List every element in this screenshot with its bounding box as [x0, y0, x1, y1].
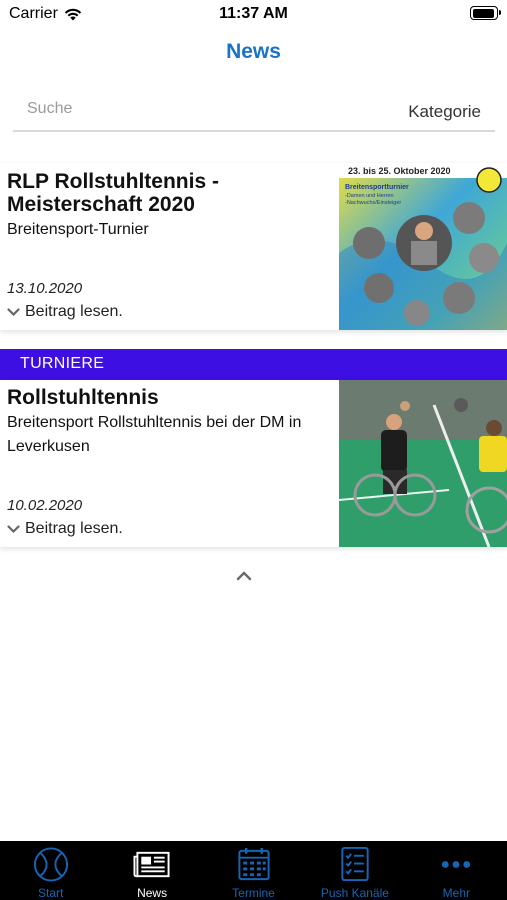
- tab-news[interactable]: News: [101, 841, 202, 900]
- poster-line2-text: -Nachwuchs/Einsteiger: [345, 200, 401, 206]
- article-text: RLP Rollstuhltennis - Meisterschaft 2020…: [7, 163, 337, 330]
- tab-label: Start: [38, 886, 64, 900]
- article-card[interactable]: Rollstuhltennis Breitensport Rollstuhlte…: [0, 380, 507, 547]
- article-subtitle: Breitensport Rollstuhltennis bei der DM …: [7, 414, 302, 455]
- tab-push-kanaele[interactable]: Push Kanäle: [304, 841, 405, 900]
- chevron-up-icon: [236, 571, 252, 581]
- read-more-button[interactable]: Beitrag lesen.: [7, 520, 123, 538]
- article-subtitle: Breitensport-Turnier: [7, 221, 149, 238]
- collapse-button[interactable]: [236, 568, 252, 586]
- tennis-ball-icon: [33, 847, 68, 882]
- article-date: 10.02.2020: [7, 497, 83, 514]
- tab-start[interactable]: Start: [0, 841, 101, 900]
- article-date: 13.10.2020: [7, 280, 83, 297]
- newspaper-icon: [133, 851, 170, 878]
- article-text: Rollstuhltennis Breitensport Rollstuhlte…: [7, 380, 337, 547]
- chevron-down-icon: [7, 307, 20, 316]
- page-title: News: [226, 40, 281, 63]
- category-filter-button[interactable]: Kategorie: [408, 102, 481, 122]
- article-image-photo: [339, 380, 507, 547]
- tab-label: Termine: [232, 886, 275, 900]
- more-dots-icon: [442, 861, 471, 868]
- search-bar: Kategorie: [13, 92, 495, 132]
- chevron-down-icon: [7, 524, 20, 533]
- status-time: 11:37 AM: [219, 5, 288, 22]
- status-bar: Carrier 11:37 AM: [0, 0, 507, 30]
- tab-mehr[interactable]: Mehr: [406, 841, 507, 900]
- checklist-icon: [341, 846, 369, 882]
- article-title: RLP Rollstuhltennis - Meisterschaft 2020: [7, 170, 219, 216]
- search-input[interactable]: [27, 100, 327, 118]
- tab-label: Mehr: [442, 886, 470, 900]
- poster-title-text: Breitensportturnier: [345, 184, 409, 191]
- calendar-icon: [237, 847, 270, 881]
- battery-level: [472, 8, 495, 18]
- tab-termine[interactable]: Termine: [203, 841, 304, 900]
- article-card[interactable]: RLP Rollstuhltennis - Meisterschaft 2020…: [0, 163, 507, 330]
- read-more-label: Beitrag lesen.: [25, 303, 123, 320]
- category-banner: TURNIERE: [0, 349, 507, 380]
- tab-label: Push Kanäle: [320, 886, 389, 900]
- battery-icon: [470, 6, 501, 20]
- read-more-button[interactable]: Beitrag lesen.: [7, 303, 123, 321]
- article-title: Rollstuhltennis: [7, 386, 159, 409]
- tab-bar: Start News Termine Push Kanäle Mehr: [0, 841, 507, 900]
- poster-date-text: 23. bis 25. Oktober 2020: [348, 166, 451, 176]
- article-image-poster: 23. bis 25. Oktober 2020 Breitensporttur…: [339, 163, 507, 330]
- poster-line1-text: -Damen und Herren: [345, 193, 394, 199]
- read-more-label: Beitrag lesen.: [25, 520, 123, 537]
- tab-label: News: [137, 886, 168, 900]
